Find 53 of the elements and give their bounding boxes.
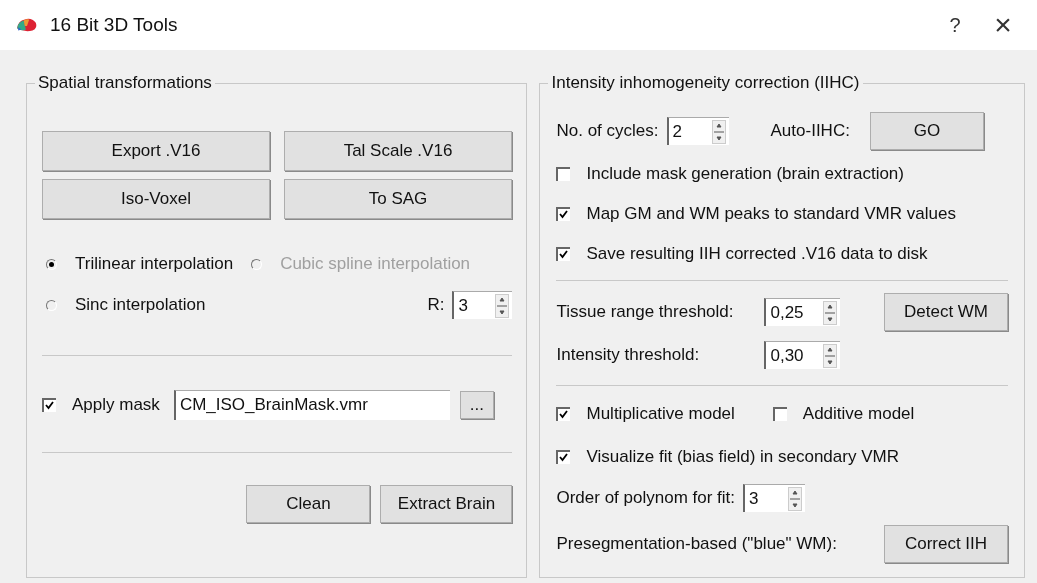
checkbox-label: Multiplicative model [586,404,735,424]
checkbox-label: Save resulting IIH corrected .V16 data to disk [586,244,928,264]
detect-wm-button[interactable]: Detect WM [884,293,1008,331]
field-label: Auto-IIHC: [770,121,850,141]
spin-box[interactable]: 3 [452,291,513,319]
checkbox[interactable] [556,207,571,221]
group-title: Intensity inhomogeneity correction (IIHC) [548,73,863,93]
radio-button[interactable] [46,258,57,270]
spin-box[interactable]: 3 [743,484,806,512]
checkbox-label: Map GM and WM peaks to standard VMR values [586,204,956,224]
spin-box[interactable]: 0,30 [764,341,841,369]
brain-logo-icon [16,17,38,33]
push-button[interactable]: Export .V16 [42,131,270,171]
push-button[interactable]: Clean [246,485,371,523]
browse-button[interactable]: ... [459,391,494,419]
field-label: No. of cycles: [556,121,659,141]
go-button[interactable]: GO [869,112,984,150]
field-label: Order of polynom for fit: [556,488,736,508]
radio-label: Sinc interpolation [75,295,206,315]
mask-file-field[interactable]: CM_ISO_BrainMask.vmr [173,390,450,420]
spinner-arrows-icon[interactable] [711,119,726,144]
push-button[interactable]: Extract Brain [380,485,513,523]
radio-button[interactable] [46,299,57,311]
close-button[interactable]: × [979,5,1027,45]
help-button[interactable]: ? [931,5,979,45]
checkbox[interactable] [556,247,571,261]
spin-box[interactable]: 0,25 [764,298,841,326]
field-label: Presegmentation-based ("blue" WM): [556,534,837,554]
field-label: Tissue range threshold: [556,302,735,322]
field-label: R: [427,295,445,315]
push-button[interactable]: To SAG [284,179,512,219]
group-title: Spatial transformations [35,73,215,93]
checkbox[interactable] [556,407,571,421]
checkbox-label: Apply mask [72,395,160,415]
radio-label: Cubic spline interpolation [280,254,471,274]
checkbox[interactable] [556,450,571,464]
checkbox-label: Additive model [802,404,915,424]
radio-label: Trilinear interpolation [75,254,234,274]
spinner-arrows-icon[interactable] [823,300,838,325]
checkbox-label: Include mask generation (brain extraction) [586,164,904,184]
push-button[interactable]: Iso-Voxel [42,179,270,219]
spin-box[interactable]: 2 [666,117,729,145]
checkbox[interactable] [556,167,571,181]
checkbox[interactable] [42,398,56,412]
checkbox[interactable] [772,407,787,421]
correct-iih-button[interactable]: Correct IIH [884,525,1008,563]
window-title: 16 Bit 3D Tools [50,14,178,36]
checkbox-label: Visualize fit (bias field) in secondary VMR [586,447,899,467]
spinner-arrows-icon[interactable] [823,343,838,368]
push-button[interactable]: Tal Scale .V16 [284,131,512,171]
spinner-arrows-icon[interactable] [788,486,803,511]
spinner-arrows-icon[interactable] [495,293,510,318]
field-label: Intensity threshold: [556,345,701,365]
